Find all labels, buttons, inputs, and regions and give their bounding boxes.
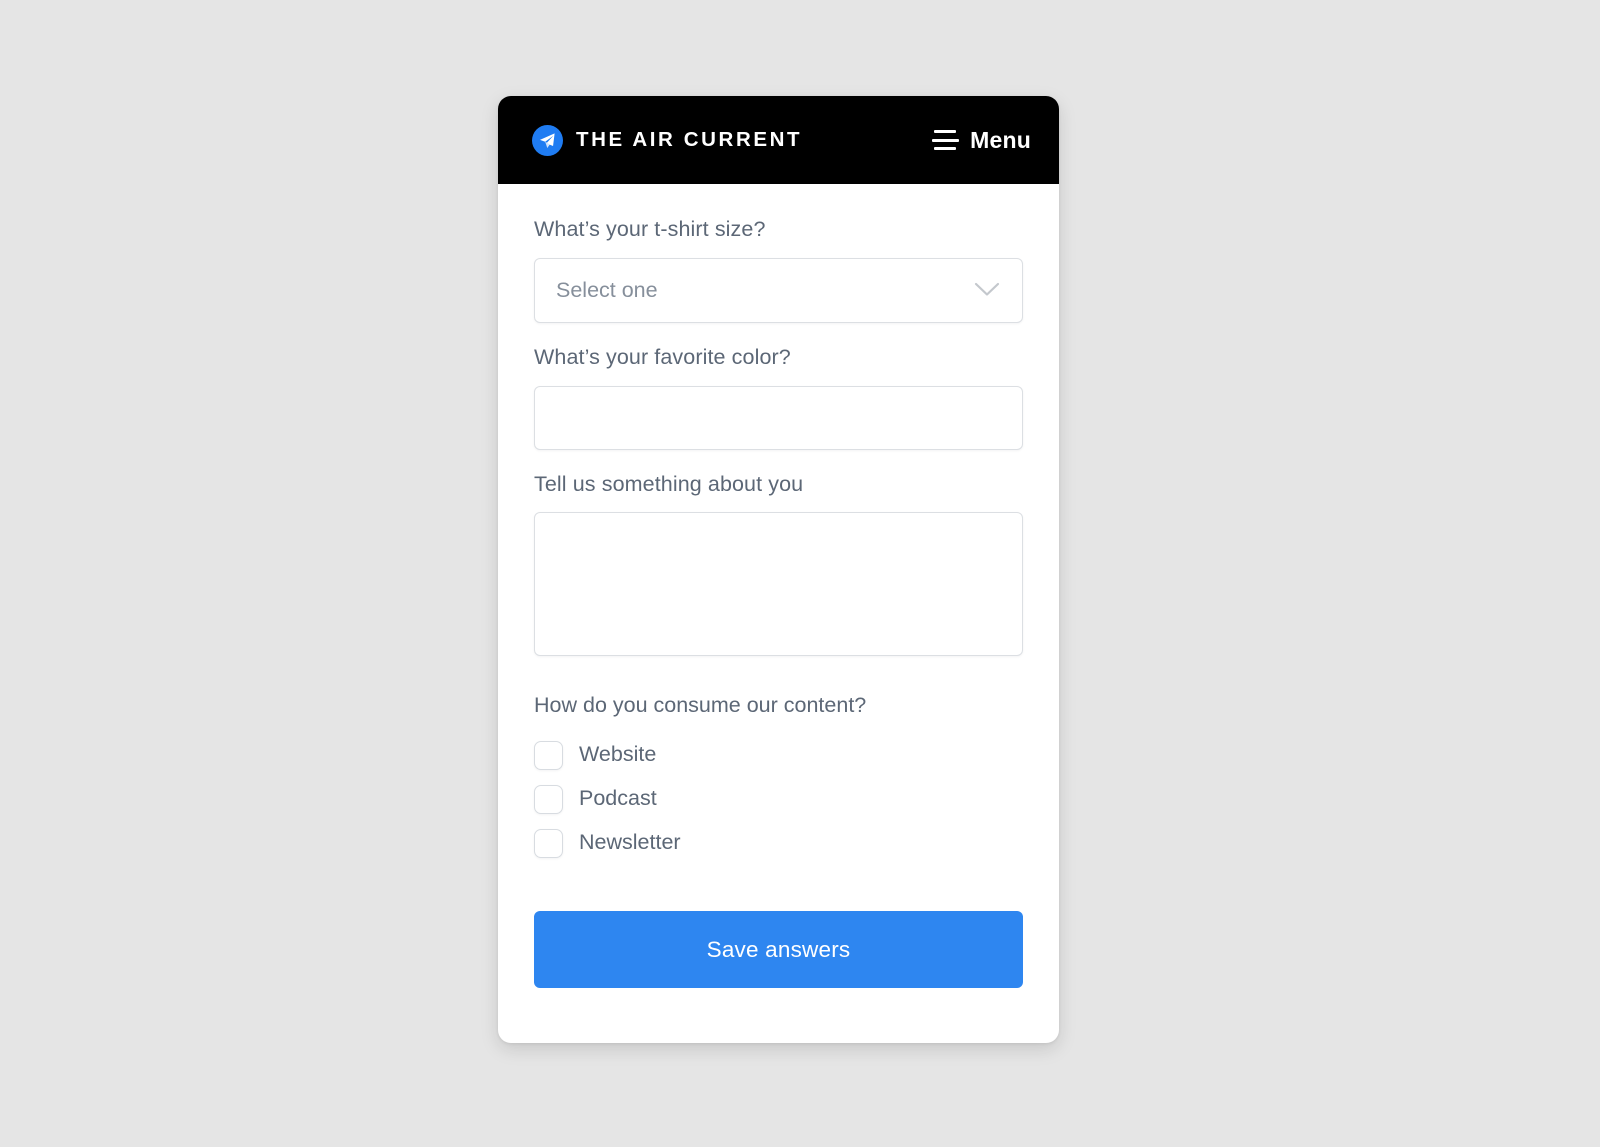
consume-content-label: How do you consume our content? bbox=[534, 693, 867, 718]
checkbox-label-podcast: Podcast bbox=[579, 786, 657, 811]
brand-name: THE AIR CURRENT bbox=[576, 127, 803, 151]
tshirt-size-selected-value: Select one bbox=[556, 277, 658, 302]
field-tshirt-size: What’s your t-shirt size? Select one bbox=[534, 217, 1023, 323]
checkbox-website[interactable] bbox=[534, 740, 563, 770]
checkbox-podcast[interactable] bbox=[534, 784, 563, 814]
save-answers-button[interactable]: Save answers bbox=[534, 911, 1023, 989]
checkbox-row-newsletter[interactable]: Newsletter bbox=[534, 821, 1023, 865]
survey-card: THE AIR CURRENT Menu What’s your t-shirt… bbox=[498, 96, 1059, 1043]
checkbox-row-website[interactable]: Website bbox=[534, 733, 1023, 777]
checkbox-row-podcast[interactable]: Podcast bbox=[534, 777, 1023, 821]
tshirt-size-select[interactable]: Select one bbox=[534, 257, 1023, 323]
field-consume-content: How do you consume our content? Website … bbox=[534, 693, 1023, 865]
favorite-color-label: What’s your favorite color? bbox=[534, 344, 791, 369]
chevron-down-icon bbox=[974, 278, 1000, 303]
about-you-textarea[interactable] bbox=[534, 512, 1023, 657]
hamburger-menu-icon bbox=[932, 130, 960, 150]
page-root: THE AIR CURRENT Menu What’s your t-shirt… bbox=[0, 0, 1600, 1147]
checkbox-label-website: Website bbox=[579, 742, 657, 767]
survey-form: What’s your t-shirt size? Select one Wha… bbox=[498, 184, 1059, 989]
brand[interactable]: THE AIR CURRENT bbox=[532, 124, 803, 156]
paper-plane-icon bbox=[532, 124, 563, 156]
tshirt-size-label: What’s your t-shirt size? bbox=[534, 217, 766, 241]
checkbox-newsletter[interactable] bbox=[534, 828, 563, 858]
field-favorite-color: What’s your favorite color? bbox=[534, 345, 1023, 450]
favorite-color-input[interactable] bbox=[534, 385, 1023, 450]
menu-button-label: Menu bbox=[970, 126, 1031, 153]
site-header: THE AIR CURRENT Menu bbox=[498, 96, 1059, 184]
menu-button[interactable]: Menu bbox=[930, 125, 1033, 156]
submit-area: Save answers bbox=[534, 865, 1023, 989]
about-you-label: Tell us something about you bbox=[534, 471, 804, 496]
field-about-you: Tell us something about you bbox=[534, 472, 1023, 657]
checkbox-label-newsletter: Newsletter bbox=[579, 830, 681, 855]
